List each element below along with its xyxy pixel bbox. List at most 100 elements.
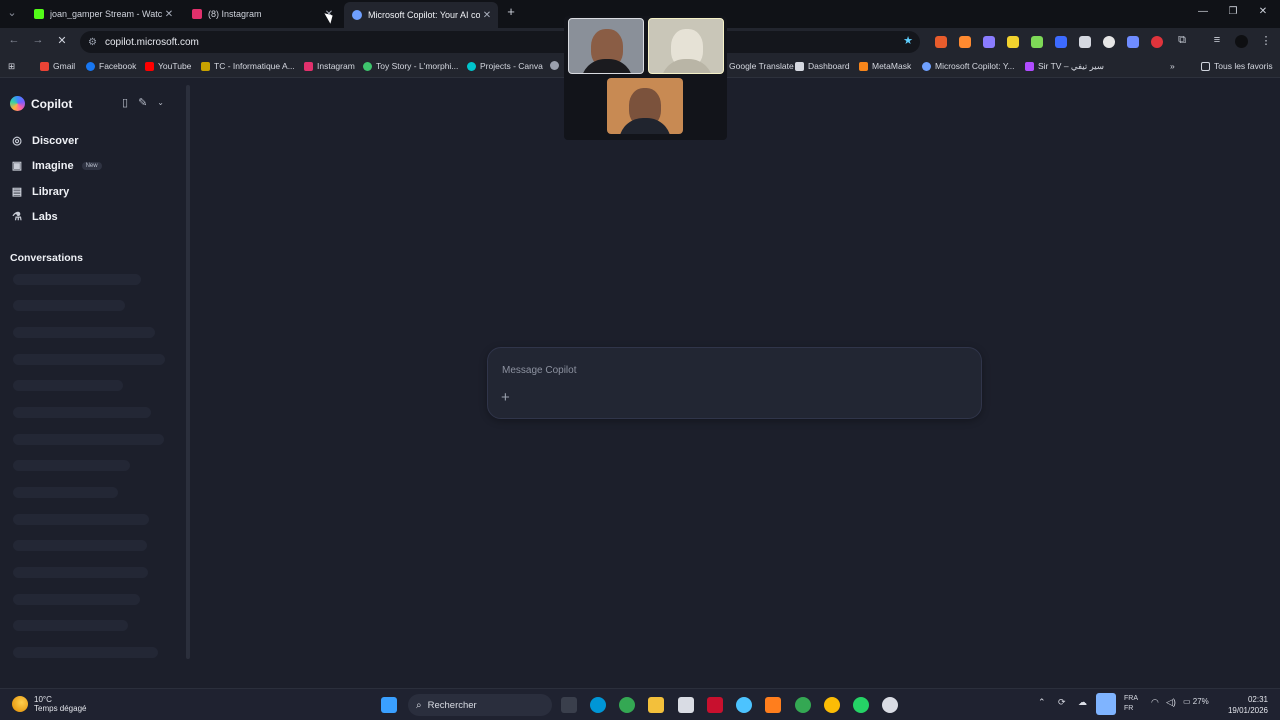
sidebar-scrollbar[interactable]: [186, 85, 190, 659]
bookmark-metamask[interactable]: MetaMask: [859, 61, 911, 71]
bookmark-openai[interactable]: [550, 61, 563, 70]
all-bookmarks-button[interactable]: Tous les favoris: [1201, 61, 1273, 71]
new-chat-icon[interactable]: ✎: [138, 96, 147, 109]
extension-icon[interactable]: [1031, 36, 1043, 48]
folder-icon[interactable]: [648, 697, 664, 713]
back-icon[interactable]: ←: [6, 34, 22, 46]
participant-video[interactable]: [607, 78, 683, 134]
site-info-icon[interactable]: ⚙: [88, 37, 97, 48]
openai-icon[interactable]: [882, 697, 898, 713]
conversation-skeleton: [13, 434, 164, 445]
bookmark-dashboard[interactable]: Dashboard: [795, 61, 850, 71]
store-icon[interactable]: [678, 697, 694, 713]
brand-label: Copilot: [31, 96, 73, 111]
bookmark-facebook[interactable]: Facebook: [86, 61, 136, 71]
openai-icon: [550, 61, 559, 70]
bookmark-copilot[interactable]: Microsoft Copilot: Y...: [922, 61, 1015, 71]
chevron-down-icon[interactable]: ⌄: [157, 98, 164, 109]
bookmark-youtube[interactable]: YouTube: [145, 61, 191, 71]
nav-imagine[interactable]: ▣ Imagine New: [10, 159, 102, 172]
edge-icon[interactable]: [736, 697, 752, 713]
copilot-brand[interactable]: Copilot: [10, 96, 72, 111]
participant-body: [581, 59, 633, 73]
onedrive-icon[interactable]: ☁: [1078, 697, 1087, 708]
extension-icon[interactable]: [1151, 36, 1163, 48]
weather-widget[interactable]: 10°C Temps dégagé: [12, 695, 86, 713]
tab-instagram[interactable]: (8) Instagram ✕: [184, 4, 340, 24]
plus-icon[interactable]: +: [501, 389, 510, 406]
media-control-icon[interactable]: ≡: [1209, 34, 1225, 46]
chrome-icon[interactable]: [824, 697, 840, 713]
mcafee-icon[interactable]: [707, 697, 723, 713]
conversation-skeleton: [13, 487, 118, 498]
close-icon[interactable]: ✕: [480, 10, 494, 21]
clock[interactable]: 02:31 19/01/2026: [1226, 694, 1268, 716]
menu-icon[interactable]: ⋮: [1258, 34, 1274, 47]
bookmark-canva[interactable]: Projects - Canva: [467, 61, 543, 71]
bookmark-tc[interactable]: TC - Informatique A...: [201, 61, 295, 71]
tab-title: joan_gamper Stream - Watch Li: [50, 9, 162, 19]
bookmark-translate[interactable]: Google Translate: [716, 61, 794, 71]
nav-discover[interactable]: ◎ Discover: [10, 134, 78, 148]
bookmark-star-icon[interactable]: ★: [900, 34, 916, 47]
new-tab-button[interactable]: +: [504, 4, 518, 19]
message-input[interactable]: [502, 362, 962, 378]
bookmark-toystory[interactable]: Toy Story - L'morphi...: [363, 61, 458, 71]
apps-icon[interactable]: ⊞: [8, 61, 15, 72]
taskbar-search[interactable]: ⌕ Rechercher: [408, 694, 552, 716]
bookmark-label: Sir TV – سير تيفي: [1038, 61, 1104, 71]
nav-labs[interactable]: ⚗ Labs: [10, 210, 58, 224]
conversations-heading: Conversations: [10, 252, 83, 264]
language-indicator[interactable]: FRA FR: [1124, 694, 1138, 714]
close-icon[interactable]: ✕: [162, 9, 176, 20]
extension-icon[interactable]: [1007, 36, 1019, 48]
wifi-icon[interactable]: ◠: [1151, 697, 1159, 708]
extension-icon[interactable]: [1127, 36, 1139, 48]
participant-video[interactable]: [568, 18, 644, 74]
maximize-button[interactable]: ❐: [1226, 6, 1240, 17]
battery-indicator[interactable]: ▭ 27%: [1183, 697, 1209, 706]
tab-search-icon[interactable]: ⌄: [4, 6, 20, 19]
extension-icon[interactable]: [935, 36, 947, 48]
conversation-skeleton: [13, 274, 141, 285]
sync-icon[interactable]: ⟳: [1058, 697, 1066, 708]
conversation-skeleton: [13, 594, 140, 605]
bookmark-instagram[interactable]: Instagram: [304, 61, 355, 71]
volume-icon[interactable]: ◁): [1166, 697, 1176, 708]
participant-body: [619, 118, 671, 134]
start-icon[interactable]: [381, 697, 397, 713]
conversation-skeleton: [13, 647, 158, 658]
chrome-icon[interactable]: [795, 697, 811, 713]
nav-library[interactable]: ▤ Library: [10, 185, 70, 199]
microphone-icon[interactable]: [1096, 693, 1116, 715]
puzzle-icon[interactable]: ⧉: [1174, 34, 1190, 47]
extension-icon[interactable]: [1103, 36, 1115, 48]
sidebar-toggle-icon[interactable]: ▯: [122, 96, 128, 109]
message-composer[interactable]: +: [487, 347, 982, 419]
close-window-button[interactable]: ✕: [1256, 6, 1270, 17]
bookmark-sirtv[interactable]: Sir TV – سير تيفي: [1025, 61, 1104, 72]
task-view-icon[interactable]: [561, 697, 577, 713]
chevron-right-icon[interactable]: »: [1170, 61, 1175, 71]
tab-kick[interactable]: joan_gamper Stream - Watch Li ✕: [26, 4, 180, 24]
chrome-icon[interactable]: [619, 697, 635, 713]
extension-icon[interactable]: [983, 36, 995, 48]
bookmark-gmail[interactable]: Gmail: [40, 61, 75, 71]
forward-icon[interactable]: →: [30, 34, 46, 46]
hp-icon[interactable]: [590, 697, 606, 713]
minimize-button[interactable]: —: [1196, 6, 1210, 17]
avatar[interactable]: [1235, 35, 1248, 48]
firefox-icon[interactable]: [765, 697, 781, 713]
extension-icon[interactable]: [959, 36, 971, 48]
extension-icon[interactable]: [1079, 36, 1091, 48]
address-bar[interactable]: ⚙ copilot.microsoft.com: [80, 31, 920, 53]
extension-icon[interactable]: [1055, 36, 1067, 48]
participant-video[interactable]: [648, 18, 724, 74]
sidebar-tools: ▯ ✎ ⌄: [122, 96, 164, 109]
stop-icon[interactable]: ✕: [54, 34, 70, 47]
tab-copilot[interactable]: Microsoft Copilot: Your AI com ✕: [344, 2, 498, 28]
conversation-skeleton: [13, 300, 125, 311]
chevron-up-icon[interactable]: ⌃: [1038, 697, 1046, 708]
whatsapp-icon[interactable]: [853, 697, 869, 713]
video-call-overlay[interactable]: [564, 16, 727, 140]
